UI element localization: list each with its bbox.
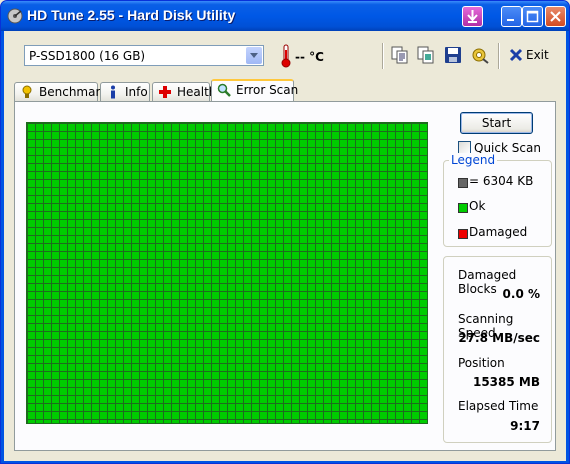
tab-benchmark[interactable]: Benchmark xyxy=(14,82,107,101)
ok-label: Ok xyxy=(469,199,486,213)
client-area: P-SSD1800 (16 GB) -- °C Exit Benchmark I… xyxy=(4,31,566,461)
elapsed-time-label: Elapsed Time xyxy=(458,399,539,413)
scanning-speed-value: 27.8 MB/sec xyxy=(458,331,540,345)
benchmark-icon xyxy=(22,85,32,98)
close-button[interactable] xyxy=(545,6,566,27)
tab-health[interactable]: Health xyxy=(152,82,216,101)
stats-group: Damaged Blocks 0.0 % Scanning Speed 27.8… xyxy=(443,256,552,443)
maximize-button[interactable] xyxy=(522,6,543,27)
tab-info[interactable]: Info xyxy=(100,82,150,101)
app-icon xyxy=(7,8,23,24)
tab-error-scan[interactable]: Error Scan xyxy=(211,79,298,101)
damaged-label: Damaged xyxy=(469,225,528,239)
start-button[interactable]: Start xyxy=(460,112,533,134)
window-title: HD Tune 2.55 - Hard Disk Utility xyxy=(27,7,236,23)
app-window: HD Tune 2.55 - Hard Disk Utility P-SSD18… xyxy=(0,0,570,464)
damaged-blocks-value: 0.0 % xyxy=(502,287,540,301)
scan-block-map xyxy=(26,122,428,424)
elapsed-time-value: 9:17 xyxy=(510,419,540,433)
toolbar-separator xyxy=(382,43,383,69)
damaged-swatch xyxy=(458,229,468,239)
drive-select-value: P-SSD1800 (16 GB) xyxy=(29,49,146,63)
exit-icon xyxy=(509,48,523,62)
info-icon xyxy=(111,85,115,99)
exit-label: Exit xyxy=(526,48,549,62)
drive-select[interactable]: P-SSD1800 (16 GB) xyxy=(24,45,264,66)
block-size-swatch xyxy=(458,178,468,188)
legend-title: Legend xyxy=(449,153,498,167)
title-bar[interactable]: HD Tune 2.55 - Hard Disk Utility xyxy=(1,1,569,31)
tab-benchmark-label: Benchmark xyxy=(39,85,108,99)
save-icon[interactable] xyxy=(444,46,462,64)
position-label: Position xyxy=(458,356,505,370)
position-value: 15385 MB xyxy=(472,375,540,389)
legend-group: Legend = 6304 KB Ok Damaged xyxy=(443,153,552,247)
chevron-down-icon[interactable] xyxy=(246,47,262,64)
copy-text-icon[interactable] xyxy=(391,46,409,64)
copy-screenshot-icon[interactable] xyxy=(417,46,435,64)
ok-swatch xyxy=(458,203,468,213)
download-icon[interactable] xyxy=(462,6,483,27)
block-size-label: = 6304 KB xyxy=(469,174,534,188)
error-scan-panel: Start Quick Scan Legend = 6304 KB Ok Dam… xyxy=(14,101,556,451)
thermometer-icon xyxy=(281,44,291,68)
options-icon[interactable] xyxy=(471,46,489,64)
temperature-readout: -- °C xyxy=(295,50,324,64)
toolbar-separator xyxy=(498,43,499,69)
health-cross-icon xyxy=(159,86,171,98)
minimize-button[interactable] xyxy=(501,6,522,27)
tab-info-label: Info xyxy=(125,85,148,99)
tab-error-scan-label: Error Scan xyxy=(236,83,299,97)
magnifier-icon xyxy=(217,83,231,97)
